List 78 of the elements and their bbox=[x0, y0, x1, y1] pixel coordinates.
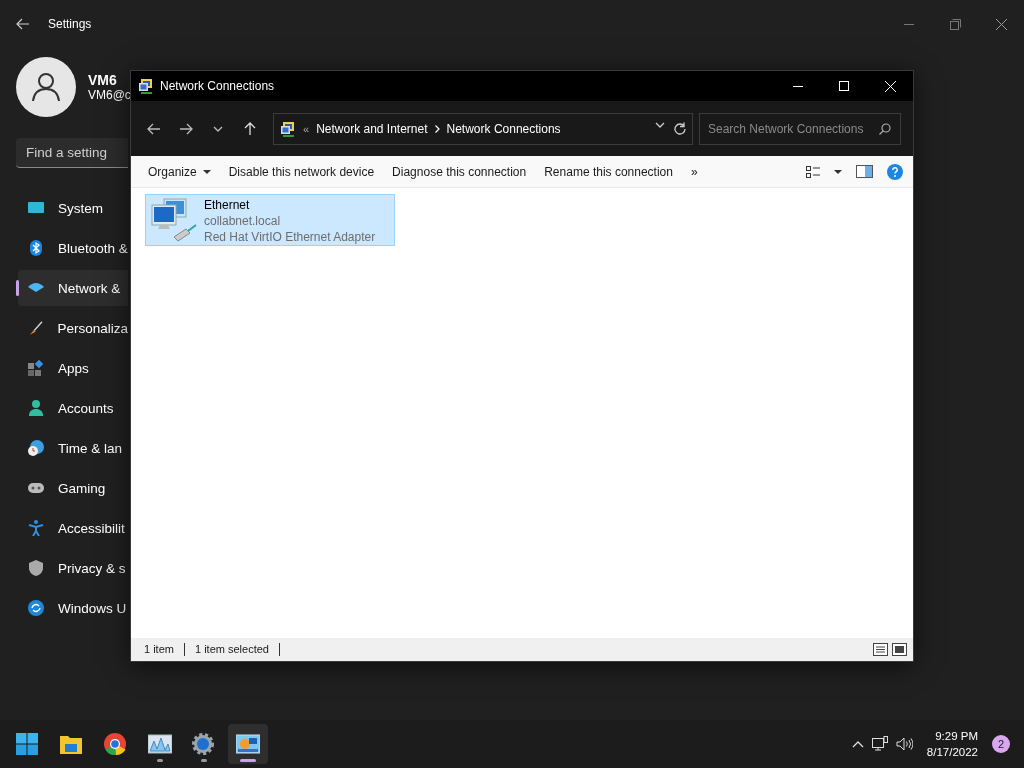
computer-network-icon bbox=[150, 197, 198, 243]
figure-icon bbox=[28, 520, 44, 536]
refresh-icon[interactable] bbox=[673, 122, 686, 135]
restore-icon[interactable] bbox=[949, 18, 961, 30]
command-button[interactable]: Disable this network device bbox=[219, 160, 384, 183]
volume-icon[interactable] bbox=[895, 737, 913, 751]
item-count: 1 item bbox=[144, 643, 185, 656]
breadcrumb-item[interactable]: Network Connections bbox=[446, 121, 561, 136]
nav-item[interactable]: Network & bbox=[18, 270, 128, 306]
command-button[interactable]: Organize bbox=[139, 160, 220, 183]
search-field[interactable]: Search Network Connections bbox=[699, 112, 901, 145]
nav-item[interactable]: Windows U bbox=[18, 590, 128, 626]
chevron-down-icon[interactable] bbox=[213, 125, 223, 132]
gamepad-icon bbox=[28, 480, 44, 496]
shield-icon bbox=[28, 560, 44, 576]
chevron-right-icon bbox=[434, 124, 440, 133]
details-view-icon[interactable] bbox=[873, 643, 888, 656]
help-icon[interactable] bbox=[887, 163, 903, 180]
search-icon bbox=[879, 122, 891, 135]
up-icon[interactable] bbox=[244, 121, 256, 136]
preview-pane-icon[interactable] bbox=[856, 165, 873, 178]
nav-item[interactable]: Gaming bbox=[18, 470, 128, 506]
notification-badge[interactable]: 2 bbox=[992, 735, 1010, 753]
clock-time[interactable]: 9:29 PM bbox=[935, 728, 978, 744]
caret-icon[interactable] bbox=[834, 169, 842, 174]
overflow-chevron[interactable]: « bbox=[303, 122, 310, 135]
bluetooth-icon bbox=[28, 240, 44, 256]
nav-item[interactable]: Accessibilit bbox=[18, 510, 128, 546]
nav-item[interactable]: Accounts bbox=[18, 390, 128, 426]
network-folder-icon bbox=[138, 78, 154, 94]
apps-icon bbox=[28, 360, 44, 376]
item-device: Red Hat VirtIO Ethernet Adapter bbox=[204, 229, 376, 245]
item-status: collabnet.local bbox=[204, 213, 282, 229]
brush-icon bbox=[28, 320, 44, 336]
nav-item[interactable]: Time & lan bbox=[18, 430, 128, 466]
taskbar-button[interactable] bbox=[228, 724, 268, 764]
connection-item[interactable]: Ethernet collabnet.local Red Hat VirtIO Ethernet Adapter bbox=[145, 194, 395, 246]
start-icon bbox=[16, 733, 40, 755]
user-name: VM6 bbox=[88, 72, 118, 88]
window-title: Network Connections bbox=[160, 79, 275, 93]
tiles-view-icon[interactable] bbox=[892, 643, 907, 656]
nav-item[interactable]: Bluetooth & bbox=[18, 230, 128, 266]
person-icon bbox=[31, 72, 61, 102]
network-window-icon bbox=[236, 733, 260, 755]
more-button[interactable]: » bbox=[681, 160, 707, 183]
close-icon[interactable] bbox=[995, 18, 1007, 30]
nav-item[interactable]: Personaliza bbox=[18, 310, 128, 346]
browser-icon bbox=[104, 733, 128, 755]
refresh-icon bbox=[28, 600, 44, 616]
minimize-icon[interactable] bbox=[793, 85, 803, 87]
command-button[interactable]: Diagnose this connection bbox=[383, 160, 536, 183]
nav-item[interactable]: Privacy & s bbox=[18, 550, 128, 586]
user-email: VM6@c bbox=[88, 88, 131, 102]
network-icon[interactable] bbox=[871, 736, 888, 752]
clock-date[interactable]: 8/17/2022 bbox=[926, 744, 978, 760]
window-title: Settings bbox=[48, 17, 92, 31]
search-field[interactable]: Find a setting bbox=[16, 138, 128, 168]
network-folder-icon bbox=[280, 120, 296, 137]
chart-window-icon bbox=[148, 733, 172, 755]
monitor-icon bbox=[28, 200, 44, 216]
folder-icon bbox=[60, 733, 84, 755]
chevron-down-icon[interactable] bbox=[655, 122, 665, 128]
nav-item[interactable]: Apps bbox=[18, 350, 128, 386]
command-button[interactable]: Rename this connection bbox=[535, 160, 682, 183]
chevron-up-icon[interactable] bbox=[851, 740, 864, 748]
back-icon[interactable] bbox=[16, 18, 30, 30]
view-icon[interactable] bbox=[806, 165, 820, 178]
gear-icon bbox=[192, 733, 216, 755]
breadcrumb-item[interactable]: Network and Internet bbox=[316, 121, 428, 136]
clock-icon bbox=[28, 440, 44, 456]
address-bar[interactable]: « Network and Internet Network Connections bbox=[273, 112, 693, 145]
person-icon bbox=[28, 400, 44, 416]
forward-icon[interactable] bbox=[179, 122, 193, 135]
item-name: Ethernet bbox=[204, 197, 251, 213]
selection-count: 1 item selected bbox=[194, 643, 280, 656]
back-icon[interactable] bbox=[147, 122, 161, 135]
nav-item[interactable]: System bbox=[18, 190, 128, 226]
maximize-icon[interactable] bbox=[839, 81, 849, 91]
